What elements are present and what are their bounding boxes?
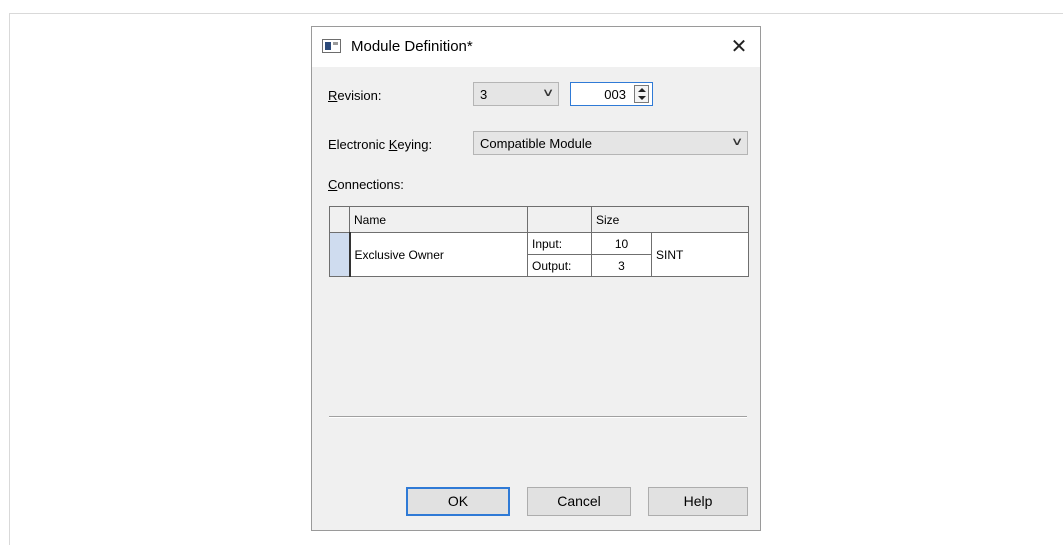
electronic-keying-label: Electronic Keying: (328, 137, 432, 152)
help-button[interactable]: Help (648, 487, 748, 516)
spin-up-icon[interactable] (638, 88, 646, 92)
cancel-button[interactable]: Cancel (527, 487, 631, 516)
table-row[interactable]: Exclusive Owner Input: 10 SINT (329, 232, 749, 277)
column-header-blank (527, 206, 592, 233)
spin-down-icon[interactable] (638, 96, 646, 100)
page-frame-left (9, 13, 10, 545)
module-definition-dialog: Module Definition* ✕ Revision: 3 ∨ 003 E… (311, 26, 761, 531)
table-header-row: Name Size (329, 206, 749, 233)
chevron-down-icon: ∨ (730, 136, 744, 148)
keying-label-post: eying: (397, 137, 433, 152)
input-size-cell[interactable]: 10 (591, 232, 652, 255)
revision-minor-spinner[interactable]: 003 (570, 82, 653, 106)
connections-table: Name Size Exclusive Owner Input: 10 SINT… (329, 206, 749, 277)
revision-label: Revision: (328, 88, 381, 103)
connections-label-text: onnections: (337, 177, 404, 192)
revision-major-select[interactable]: 3 ∨ (473, 82, 559, 106)
divider-highlight (329, 417, 747, 418)
column-header-size: Size (591, 206, 749, 233)
module-icon (322, 39, 341, 53)
keying-label-pre: Electronic (328, 137, 389, 152)
revision-minor-value: 003 (604, 87, 626, 102)
dialog-title: Module Definition* (351, 38, 473, 55)
page-frame-top (9, 13, 1063, 14)
connections-label-accel: C (328, 177, 338, 192)
header-selector-cell (329, 206, 350, 233)
electronic-keying-select[interactable]: Compatible Module ∨ (473, 131, 748, 155)
chevron-down-icon: ∨ (541, 87, 555, 99)
input-label-cell: Input: (527, 232, 592, 255)
electronic-keying-value: Compatible Module (480, 136, 593, 151)
spinner-buttons[interactable] (634, 85, 649, 103)
revision-label-text: evision: (337, 88, 382, 103)
data-type-cell[interactable]: SINT (651, 232, 749, 277)
title-bar: Module Definition* ✕ (312, 27, 760, 67)
connection-name-cell: Exclusive Owner (349, 232, 528, 277)
connections-label: Connections: (328, 177, 404, 192)
column-header-name: Name (349, 206, 528, 233)
output-size-cell[interactable]: 3 (591, 254, 652, 277)
close-button[interactable]: ✕ (718, 27, 760, 67)
row-selector[interactable] (329, 232, 351, 277)
revision-major-value: 3 (480, 87, 488, 102)
ok-button[interactable]: OK (406, 487, 510, 516)
output-label-cell: Output: (527, 254, 592, 277)
revision-label-accel: R (328, 88, 338, 103)
